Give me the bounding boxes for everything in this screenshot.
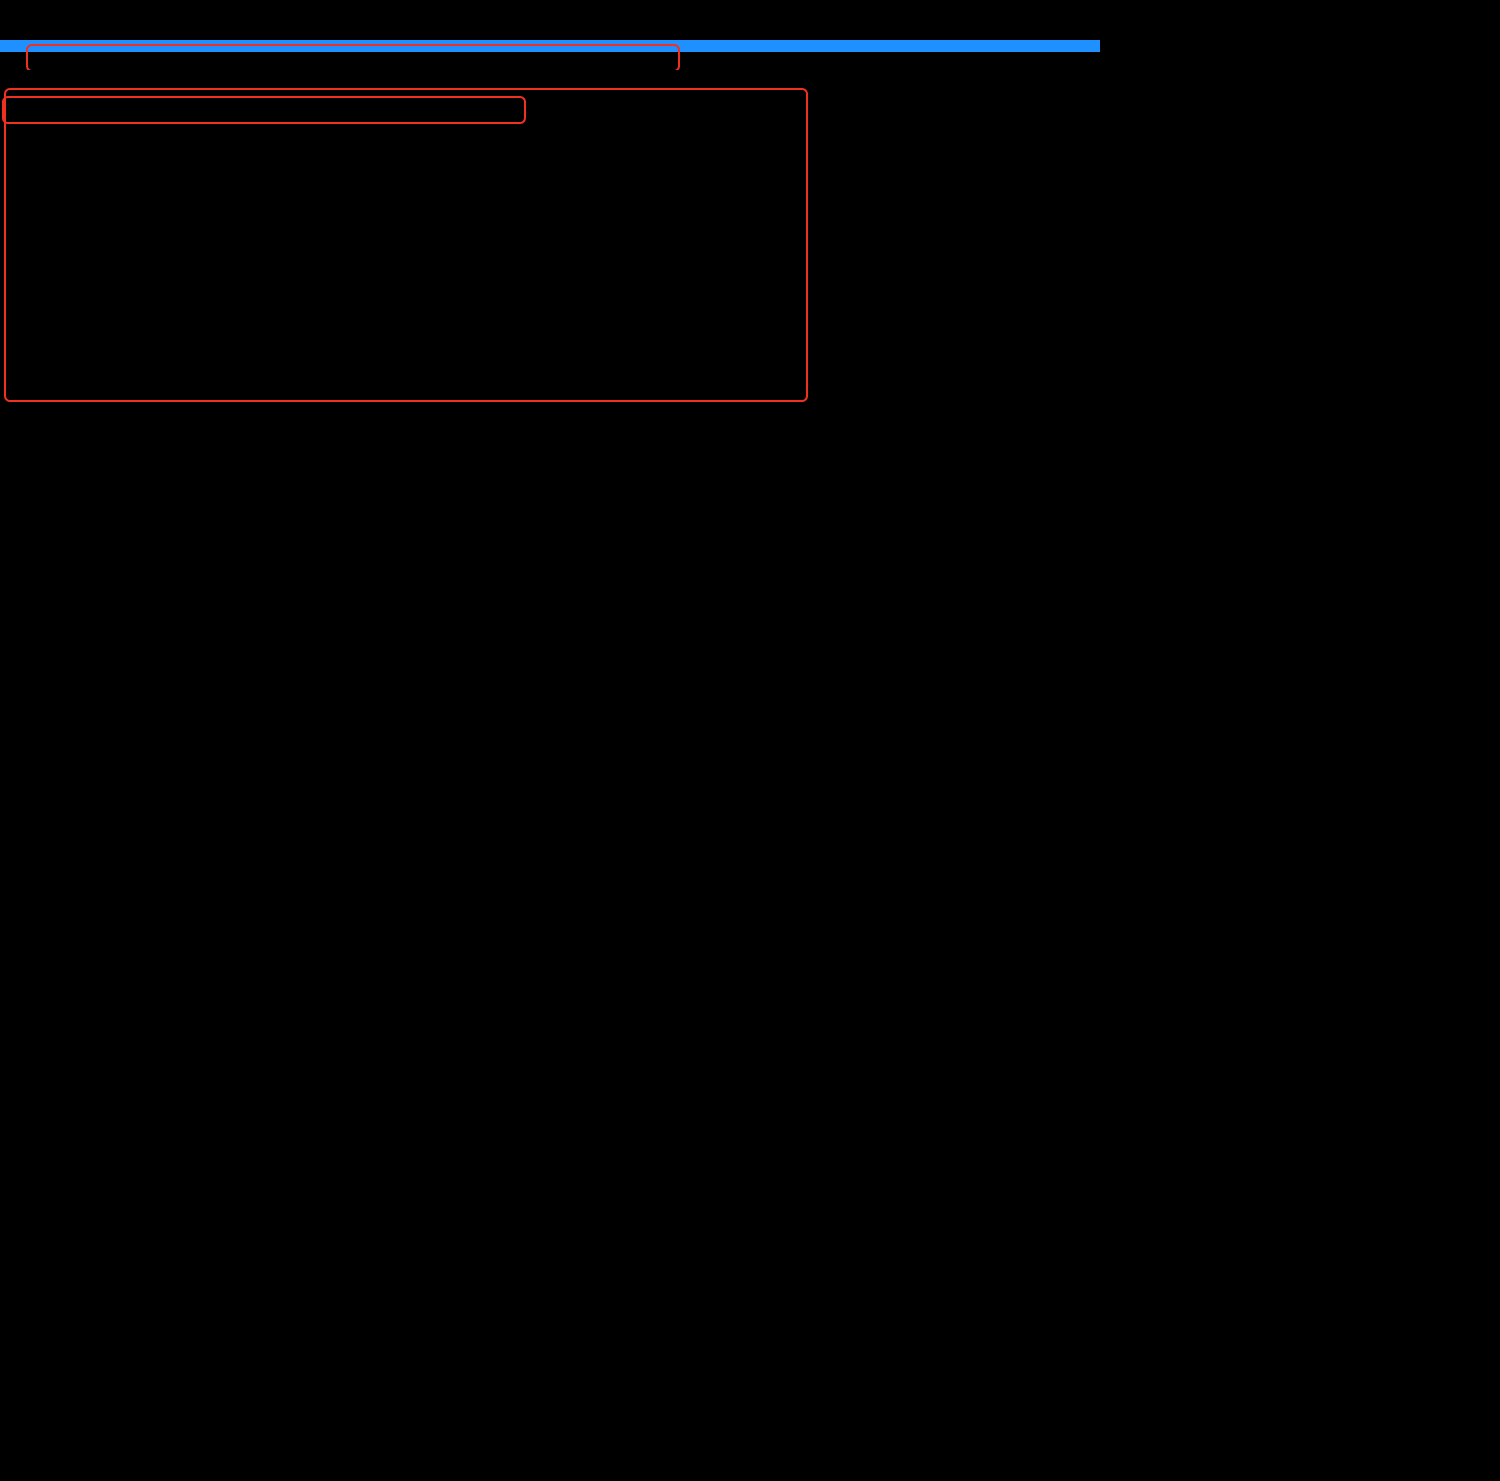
object-table[interactable] — [0, 40, 1100, 52]
table-header — [0, 46, 1100, 48]
object-dump — [0, 70, 1100, 84]
app-title-ascii — [0, 18, 1100, 22]
annotation-bottom — [0, 84, 1100, 122]
annotation-box-summary — [26, 44, 680, 72]
annotation-box-dump — [4, 88, 808, 402]
